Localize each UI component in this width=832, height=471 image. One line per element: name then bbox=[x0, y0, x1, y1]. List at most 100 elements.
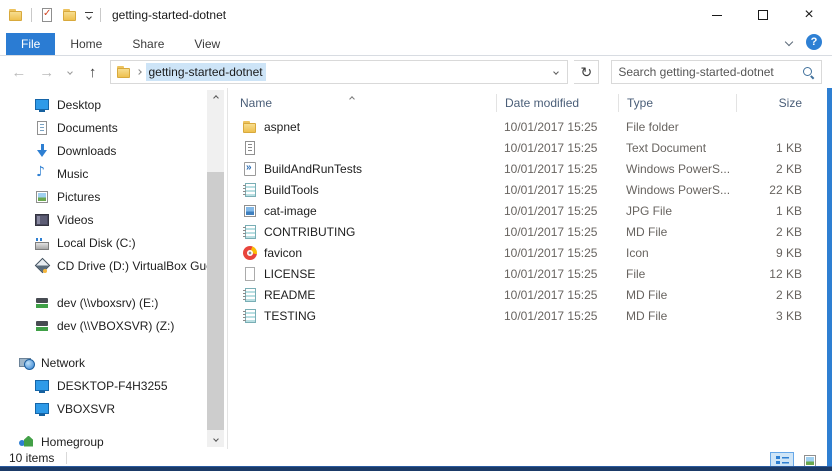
tab-home[interactable]: Home bbox=[55, 33, 117, 55]
file-type: Icon bbox=[618, 246, 736, 260]
status-separator bbox=[66, 452, 67, 464]
sidebar-item-pictures[interactable]: Pictures bbox=[0, 185, 227, 208]
file-name: README bbox=[264, 288, 315, 302]
file-row[interactable]: cat-image 10/01/2017 15:25 JPG File 1 KB bbox=[238, 200, 832, 221]
column-header-size[interactable]: Size bbox=[736, 94, 808, 112]
file-size: 9 KB bbox=[736, 246, 808, 260]
new-folder-icon[interactable] bbox=[62, 7, 78, 23]
column-header-date-modified[interactable]: Date modified bbox=[496, 94, 618, 112]
up-icon[interactable]: ↑ bbox=[82, 64, 104, 81]
file-name: favicon bbox=[264, 246, 302, 260]
sidebar-item-desktop-f4h3255[interactable]: DESKTOP-F4H3255 bbox=[0, 374, 227, 397]
downloads-icon bbox=[34, 143, 50, 159]
notepad-icon bbox=[242, 182, 258, 198]
sidebar-item-label: CD Drive (D:) VirtualBox Guest bbox=[57, 259, 222, 273]
forward-icon[interactable]: → bbox=[36, 64, 58, 81]
sidebar-item-documents[interactable]: Documents bbox=[0, 116, 227, 139]
customize-quick-access-button[interactable] bbox=[85, 12, 93, 19]
file-type: File bbox=[618, 267, 736, 281]
ribbon-tab-bar: File Home Share View ? bbox=[0, 30, 832, 56]
scrollbar-thumb[interactable] bbox=[207, 172, 224, 430]
sidebar-item-label: Local Disk (C:) bbox=[57, 236, 136, 250]
file-row[interactable]: aspnet 10/01/2017 15:25 File folder bbox=[238, 116, 832, 137]
file-date: 10/01/2017 15:25 bbox=[496, 309, 618, 323]
address-path[interactable]: getting-started-dotnet bbox=[146, 63, 266, 81]
maximize-button[interactable] bbox=[740, 0, 786, 30]
file-row[interactable]: README 10/01/2017 15:25 MD File 2 KB bbox=[238, 284, 832, 305]
file-row[interactable]: LICENSE 10/01/2017 15:25 File 12 KB bbox=[238, 263, 832, 284]
sidebar-item-label: Network bbox=[41, 356, 85, 370]
file-date: 10/01/2017 15:25 bbox=[496, 183, 618, 197]
sidebar-item-label: dev (\\VBOXSVR) (Z:) bbox=[57, 319, 174, 333]
file-type: Windows PowerS... bbox=[618, 162, 736, 176]
file-name: BuildAndRunTests bbox=[264, 162, 362, 176]
collapse-ribbon-icon[interactable] bbox=[785, 38, 793, 46]
refresh-icon[interactable]: ↻ bbox=[574, 60, 599, 84]
sidebar-scrollbar[interactable] bbox=[207, 90, 224, 447]
sidebar-item-homegroup[interactable]: Homegroup bbox=[0, 430, 227, 449]
sidebar-item-dev-z[interactable]: dev (\\VBOXSVR) (Z:) bbox=[0, 314, 227, 337]
file-size: 12 KB bbox=[736, 267, 808, 281]
tab-file[interactable]: File bbox=[6, 33, 55, 55]
sidebar-item-cd-drive-d[interactable]: CD Drive (D:) VirtualBox Guest bbox=[0, 254, 227, 277]
sidebar-item-music[interactable]: Music bbox=[0, 162, 227, 185]
navigation-toolbar: ← → ↑ getting-started-dotnet ↻ bbox=[0, 56, 832, 88]
file-name: BuildTools bbox=[264, 183, 319, 197]
address-dropdown-icon[interactable] bbox=[545, 70, 567, 74]
tab-share[interactable]: Share bbox=[117, 33, 179, 55]
file-type: File folder bbox=[618, 120, 736, 134]
file-row[interactable]: BuildTools 10/01/2017 15:25 Windows Powe… bbox=[238, 179, 832, 200]
column-header-name[interactable]: Name bbox=[238, 94, 496, 112]
sidebar-item-vboxsvr[interactable]: VBOXSVR bbox=[0, 397, 227, 420]
powershell-script-icon bbox=[242, 161, 258, 177]
desktop-edge-right bbox=[827, 88, 832, 466]
tab-view[interactable]: View bbox=[179, 33, 235, 55]
file-row[interactable]: BuildAndRunTests 10/01/2017 15:25 Window… bbox=[238, 158, 832, 179]
favicon-icon bbox=[242, 245, 258, 261]
hard-drive-icon bbox=[34, 235, 50, 251]
properties-icon[interactable] bbox=[39, 7, 55, 23]
address-bar[interactable]: getting-started-dotnet bbox=[110, 60, 569, 84]
file-type: Windows PowerS... bbox=[618, 183, 736, 197]
column-header-type[interactable]: Type bbox=[618, 94, 736, 112]
scroll-down-icon[interactable] bbox=[207, 431, 224, 447]
search-input[interactable] bbox=[618, 65, 802, 79]
status-item-count: 10 items bbox=[9, 451, 54, 465]
help-icon[interactable]: ? bbox=[806, 34, 822, 50]
minimize-button[interactable] bbox=[694, 0, 740, 30]
file-name: TESTING bbox=[264, 309, 316, 323]
sidebar-item-network[interactable]: Network bbox=[0, 351, 227, 374]
sidebar-item-local-disk-c[interactable]: Local Disk (C:) bbox=[0, 231, 227, 254]
sidebar-item-label: Documents bbox=[57, 121, 118, 135]
sidebar-item-label: Music bbox=[57, 167, 88, 181]
sidebar-item-label: Desktop bbox=[57, 98, 101, 112]
file-size: 1 KB bbox=[736, 204, 808, 218]
main-area: Desktop Documents Downloads Music Pictur… bbox=[0, 88, 832, 449]
sidebar-item-videos[interactable]: Videos bbox=[0, 208, 227, 231]
recent-locations-chevron-icon[interactable] bbox=[64, 70, 76, 74]
sidebar-item-downloads[interactable]: Downloads bbox=[0, 139, 227, 162]
sidebar-item-desktop[interactable]: Desktop bbox=[0, 93, 227, 116]
search-box[interactable] bbox=[611, 60, 822, 84]
blank-file-icon bbox=[242, 266, 258, 282]
titlebar-separator bbox=[100, 8, 101, 22]
file-type: Text Document bbox=[618, 141, 736, 155]
window-controls: × bbox=[694, 0, 832, 30]
file-size: 1 KB bbox=[736, 141, 808, 155]
file-row[interactable]: CONTRIBUTING 10/01/2017 15:25 MD File 2 … bbox=[238, 221, 832, 242]
file-row[interactable]: TESTING 10/01/2017 15:25 MD File 3 KB bbox=[238, 305, 832, 326]
file-date: 10/01/2017 15:25 bbox=[496, 246, 618, 260]
scroll-up-icon[interactable] bbox=[207, 90, 224, 106]
notepad-icon bbox=[242, 308, 258, 324]
file-date: 10/01/2017 15:25 bbox=[496, 288, 618, 302]
computer-icon bbox=[34, 378, 50, 394]
sidebar-item-label: Pictures bbox=[57, 190, 100, 204]
titlebar-separator bbox=[31, 8, 32, 22]
close-button[interactable]: × bbox=[786, 0, 832, 30]
address-chevron-icon[interactable] bbox=[136, 69, 142, 75]
file-size: 2 KB bbox=[736, 225, 808, 239]
file-row[interactable]: favicon 10/01/2017 15:25 Icon 9 KB bbox=[238, 242, 832, 263]
sidebar-item-dev-e[interactable]: dev (\\vboxsrv) (E:) bbox=[0, 291, 227, 314]
back-icon[interactable]: ← bbox=[8, 64, 30, 81]
file-row[interactable]: 10/01/2017 15:25 Text Document 1 KB bbox=[238, 137, 832, 158]
